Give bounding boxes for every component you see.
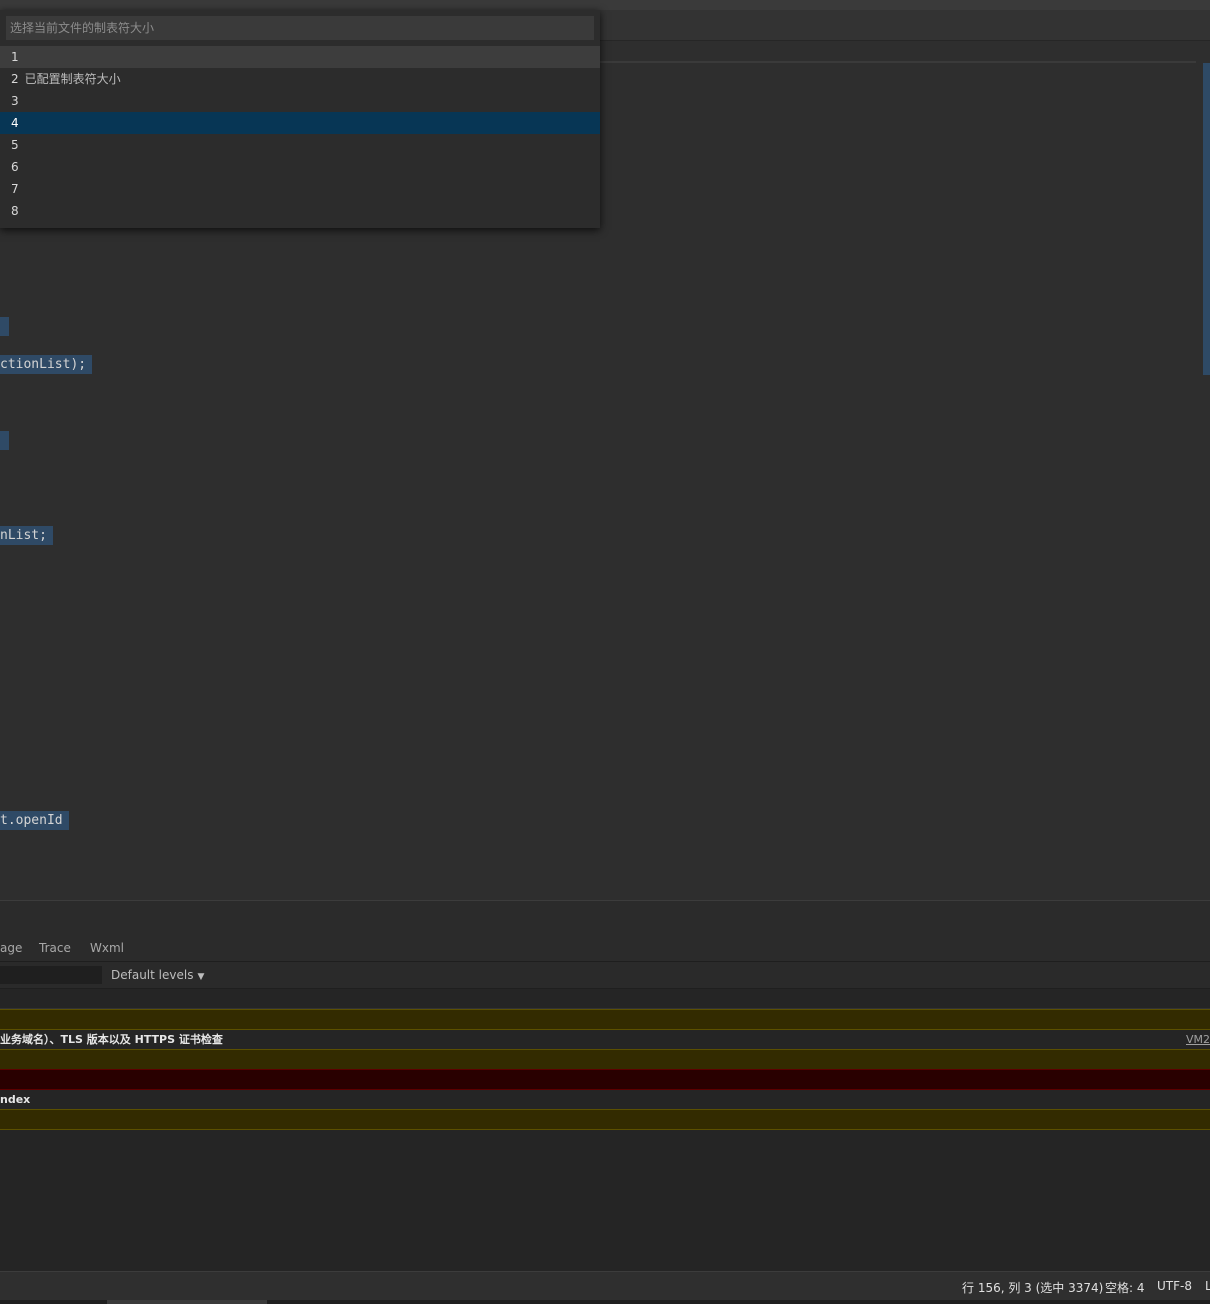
item-label: 5: [11, 138, 19, 152]
status-bar: 行 156, 列 3 (选中 3374) 空格: 4 UTF-8 L: [0, 1271, 1210, 1301]
quick-pick-item-4[interactable]: 4: [0, 112, 600, 134]
console-warning-row: [0, 1109, 1210, 1130]
tab-wxml[interactable]: Wxml: [90, 941, 124, 955]
tab-trace[interactable]: Trace: [39, 941, 71, 955]
quick-pick-item-2[interactable]: 2 已配置制表符大小: [0, 68, 600, 90]
quick-pick-item-8[interactable]: 8: [0, 200, 600, 222]
editor-scrollbar-overview[interactable]: [1203, 63, 1210, 375]
cursor-position-status[interactable]: 行 156, 列 3 (选中 3374): [962, 1279, 1103, 1296]
console-row: 业务域名）、TLS 版本以及 HTTPS 证书检查 VM2: [0, 1030, 1210, 1050]
title-bar: [0, 0, 1210, 10]
quick-pick-item-3[interactable]: 3: [0, 90, 600, 112]
quick-pick-item-5[interactable]: 5: [0, 134, 600, 156]
horizontal-scrollbar-thumb[interactable]: [107, 1300, 267, 1304]
console-filter-input[interactable]: [0, 966, 102, 984]
item-label: 7: [11, 182, 19, 196]
console-error-row: [0, 1069, 1210, 1090]
debug-panel: age Trace Wxml Default levels ▼ 业务域名）、TLS…: [0, 901, 1210, 1271]
code-line: t.openId: [0, 811, 69, 830]
quick-pick-item-1[interactable]: 1: [0, 46, 600, 68]
console-warning-row: [0, 1009, 1210, 1030]
log-levels-dropdown[interactable]: Default levels ▼: [111, 968, 204, 982]
indentation-status[interactable]: 空格: 4: [1105, 1279, 1145, 1296]
item-label: 4: [11, 116, 19, 130]
quick-pick-item-6[interactable]: 6: [0, 156, 600, 178]
tab-storage[interactable]: age: [0, 941, 22, 955]
encoding-status[interactable]: UTF-8: [1157, 1279, 1192, 1293]
console-row: [0, 989, 1210, 1009]
code-line: ctionList);: [0, 355, 93, 374]
bottom-strip: [0, 1300, 1210, 1304]
console-message: ndex: [0, 1093, 31, 1106]
quick-pick-list: 1 2 已配置制表符大小 3 4 5 6 7 8: [0, 46, 600, 222]
panel-tab-bar: age Trace Wxml: [0, 901, 1210, 962]
caret-down-icon: ▼: [197, 972, 205, 982]
console-warning-row: [0, 1049, 1210, 1070]
item-label: 1: [11, 50, 19, 64]
item-label: 8: [11, 204, 19, 218]
code-line: nList;: [0, 526, 53, 545]
console-message: 业务域名）、TLS 版本以及 HTTPS 证书检查: [0, 1033, 223, 1046]
item-description: 已配置制表符大小: [24, 72, 121, 86]
selection-highlight: [0, 317, 9, 336]
quick-pick-input[interactable]: [6, 16, 594, 40]
tab-size-quick-pick: 1 2 已配置制表符大小 3 4 5 6 7 8: [0, 10, 600, 228]
item-label: 2: [11, 72, 19, 86]
selection-highlight: [0, 431, 9, 450]
levels-label: Default levels: [111, 968, 194, 982]
item-label: 6: [11, 160, 19, 174]
eol-status[interactable]: L: [1205, 1279, 1210, 1293]
item-label: 3: [11, 94, 19, 108]
editor-top-border: [600, 61, 1196, 63]
console-toolbar: Default levels ▼: [0, 962, 1210, 989]
quick-pick-item-7[interactable]: 7: [0, 178, 600, 200]
console-row: ndex: [0, 1090, 1210, 1110]
ide-window: ctionList); nList; t.openId 1 2 已配置制表符大小 …: [0, 0, 1210, 1304]
console-source-link[interactable]: VM2: [1186, 1030, 1210, 1049]
